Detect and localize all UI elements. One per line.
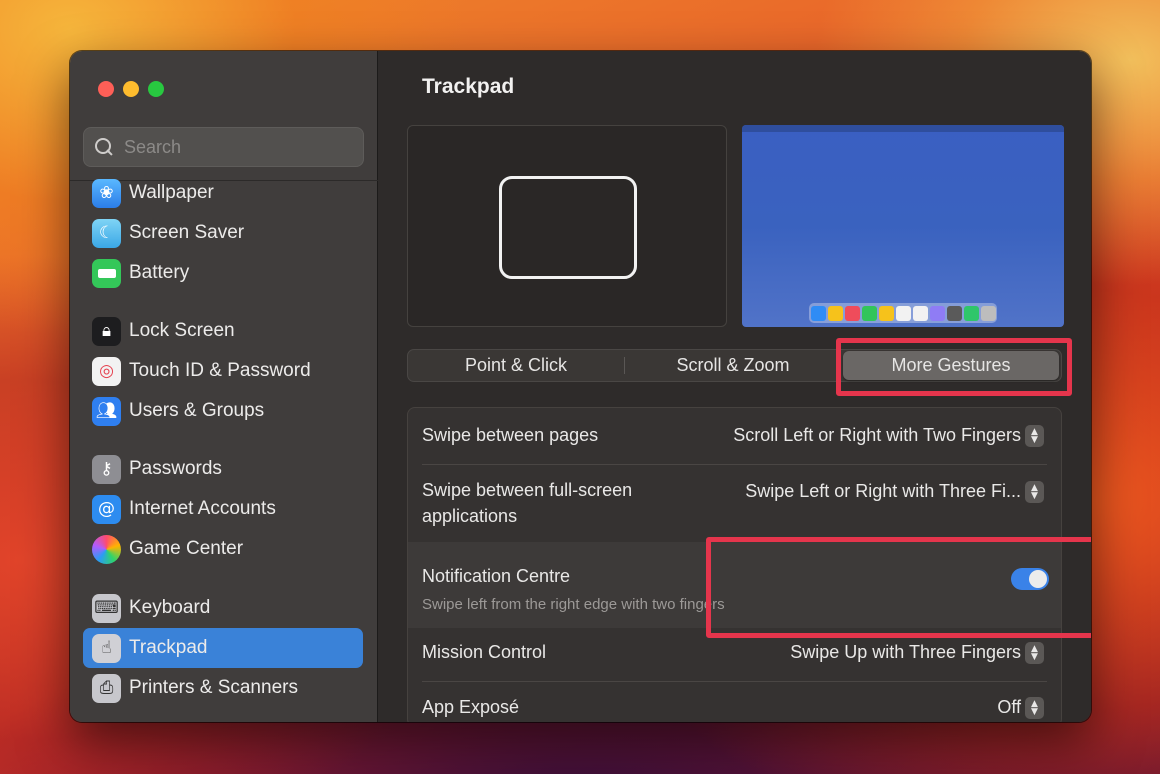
notification-centre-toggle[interactable] bbox=[1011, 568, 1049, 590]
dock-app-icon bbox=[980, 305, 996, 321]
setting-value-dropdown[interactable]: Swipe Up with Three Fingers bbox=[790, 642, 1021, 663]
gestures-settings-list: Swipe between pages Scroll Left or Right… bbox=[407, 407, 1062, 722]
preview-menubar bbox=[742, 125, 1064, 132]
chevron-updown-icon[interactable]: ▲ ▼ bbox=[1025, 642, 1044, 664]
setting-label: Swipe between pages bbox=[422, 425, 599, 445]
tab-label: More Gestures bbox=[891, 355, 1011, 375]
chevron-updown-icon[interactable]: ▲ ▼ bbox=[1025, 481, 1044, 503]
close-window-button[interactable] bbox=[98, 81, 114, 97]
lock-icon: 🔒︎ bbox=[92, 316, 121, 346]
users-icon: 👥︎ bbox=[92, 396, 121, 426]
at-icon: @ bbox=[92, 494, 121, 524]
sidebar-item-label: Keyboard bbox=[129, 597, 211, 618]
search-icon bbox=[94, 137, 114, 157]
dock-app-icon bbox=[810, 305, 826, 321]
dock-app-icon bbox=[861, 305, 877, 321]
setting-label: Swipe between full-screen applications bbox=[422, 480, 633, 526]
zoom-window-button[interactable] bbox=[148, 81, 164, 97]
sidebar-item-screen-saver[interactable]: ☾ Screen Saver bbox=[83, 213, 363, 253]
sidebar-item-label: Internet Accounts bbox=[129, 498, 276, 519]
search-field[interactable] bbox=[83, 127, 364, 167]
tab-label: Point & Click bbox=[464, 355, 568, 375]
sidebar-item-game-center[interactable]: Game Center bbox=[83, 529, 363, 569]
setting-label: Mission Control bbox=[422, 642, 547, 662]
sidebar-item-battery[interactable]: Battery bbox=[83, 253, 363, 293]
setting-row-app-expose: App Exposé Off ▲ ▼ bbox=[408, 682, 1061, 722]
dock-app-icon bbox=[844, 305, 860, 321]
sidebar-item-label: Battery bbox=[129, 262, 190, 283]
dock-app-icon bbox=[878, 305, 894, 321]
dock-app-icon bbox=[895, 305, 911, 321]
battery-icon bbox=[92, 258, 121, 288]
setting-label: Notification Centre bbox=[422, 566, 571, 586]
toggle-knob bbox=[1029, 570, 1047, 588]
setting-row-swipe-fullscreen: Swipe between full-screen applications S… bbox=[408, 465, 1061, 541]
sidebar-item-lock-screen[interactable]: 🔒︎ Lock Screen bbox=[83, 311, 363, 351]
setting-row-swipe-pages: Swipe between pages Scroll Left or Right… bbox=[408, 408, 1061, 464]
dock-app-icon bbox=[929, 305, 945, 321]
preview-dock bbox=[809, 303, 997, 323]
sidebar-item-internet-accounts[interactable]: @ Internet Accounts bbox=[83, 489, 363, 529]
chevron-updown-icon[interactable]: ▲ ▼ bbox=[1025, 697, 1044, 719]
tab-more-gestures[interactable]: More Gestures bbox=[843, 351, 1059, 380]
sidebar-item-keyboard[interactable]: ⌨ Keyboard bbox=[83, 588, 363, 628]
setting-value-dropdown[interactable]: Scroll Left or Right with Two Fingers bbox=[733, 425, 1021, 446]
sidebar-item-label: Printers & Scanners bbox=[129, 677, 298, 698]
sidebar: ❀ Wallpaper ☾ Screen Saver Battery 🔒︎ Lo… bbox=[70, 51, 378, 722]
sidebar-item-label: Users & Groups bbox=[129, 400, 265, 421]
tab-label: Scroll & Zoom bbox=[676, 355, 790, 375]
key-icon: ⚷ bbox=[92, 454, 121, 484]
sidebar-item-label: Wallpaper bbox=[129, 182, 214, 203]
setting-row-notification-centre: Notification Centre Swipe left from the … bbox=[408, 542, 1061, 628]
setting-row-mission-control: Mission Control Swipe Up with Three Fing… bbox=[408, 629, 1061, 681]
setting-sublabel: Swipe left from the right edge with two … bbox=[422, 596, 725, 613]
keyboard-icon: ⌨ bbox=[92, 593, 121, 623]
tab-bar: Point & Click Scroll & Zoom More Gesture… bbox=[407, 349, 1062, 382]
trackpad-icon: ☝ bbox=[92, 633, 121, 663]
trackpad-outline-icon bbox=[499, 176, 637, 279]
tab-scroll-zoom[interactable]: Scroll & Zoom bbox=[625, 350, 841, 381]
dock-app-icon bbox=[827, 305, 843, 321]
setting-label: App Exposé bbox=[422, 697, 520, 717]
gesture-illustration bbox=[407, 125, 727, 327]
setting-value-dropdown[interactable]: Off bbox=[997, 697, 1021, 718]
game-center-icon bbox=[92, 534, 121, 564]
dock-app-icon bbox=[912, 305, 928, 321]
fingerprint-icon: ◎ bbox=[92, 356, 121, 386]
sidebar-item-wallpaper[interactable]: ❀ Wallpaper bbox=[83, 173, 363, 213]
sidebar-item-trackpad[interactable]: ☝ Trackpad bbox=[83, 628, 363, 668]
minimize-window-button[interactable] bbox=[123, 81, 139, 97]
sidebar-item-label: Game Center bbox=[129, 538, 244, 559]
search-input[interactable] bbox=[124, 136, 354, 158]
gesture-preview-video bbox=[742, 125, 1064, 327]
chevron-updown-icon[interactable]: ▲ ▼ bbox=[1025, 425, 1044, 447]
sidebar-item-touch-id[interactable]: ◎ Touch ID & Password bbox=[83, 351, 363, 391]
sidebar-item-printers-scanners[interactable]: ⎙ Printers & Scanners bbox=[83, 668, 363, 708]
sidebar-item-label: Lock Screen bbox=[129, 320, 235, 341]
sidebar-item-passwords[interactable]: ⚷ Passwords bbox=[83, 449, 363, 489]
tab-point-click[interactable]: Point & Click bbox=[408, 350, 624, 381]
wallpaper-icon: ❀ bbox=[92, 178, 121, 208]
printer-icon: ⎙ bbox=[92, 673, 121, 703]
main-pane: Trackpad Point & Click Scroll & Zoom Mor… bbox=[378, 51, 1091, 722]
dock-app-icon bbox=[946, 305, 962, 321]
screen-saver-icon: ☾ bbox=[92, 218, 121, 248]
sidebar-item-users-groups[interactable]: 👥︎ Users & Groups bbox=[83, 391, 363, 431]
page-title: Trackpad bbox=[422, 75, 515, 98]
system-settings-window: ❀ Wallpaper ☾ Screen Saver Battery 🔒︎ Lo… bbox=[70, 51, 1091, 722]
sidebar-item-label: Trackpad bbox=[129, 637, 208, 658]
dock-app-icon bbox=[963, 305, 979, 321]
setting-value-dropdown[interactable]: Swipe Left or Right with Three Fi... bbox=[745, 481, 1021, 502]
sidebar-item-label: Touch ID & Password bbox=[129, 360, 311, 381]
sidebar-item-label: Screen Saver bbox=[129, 222, 245, 243]
sidebar-item-label: Passwords bbox=[129, 458, 222, 479]
traffic-lights bbox=[98, 81, 164, 97]
